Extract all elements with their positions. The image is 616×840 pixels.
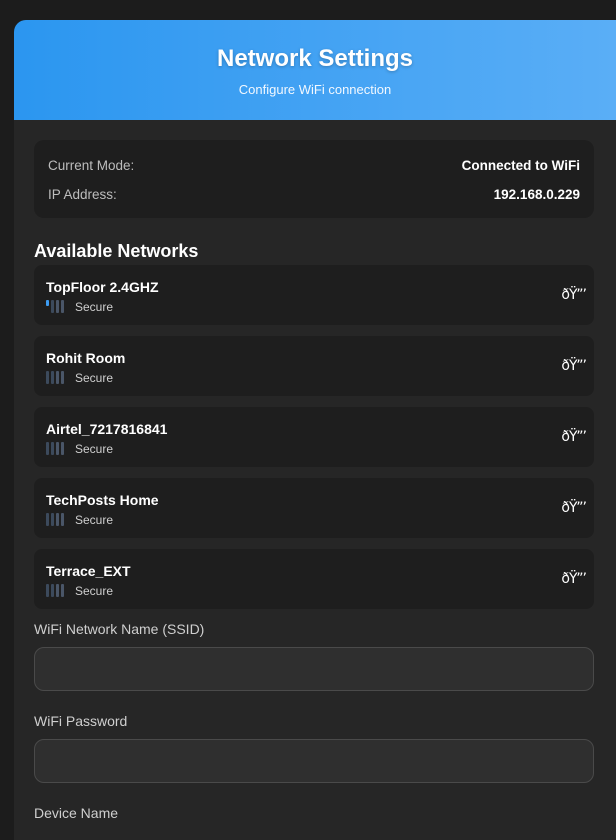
- lock-icon: ðŸ”’: [561, 429, 587, 445]
- network-meta: Secure: [46, 441, 582, 456]
- network-item[interactable]: TopFloor 2.4GHZ Secure ðŸ”’: [34, 265, 594, 325]
- network-item[interactable]: TechPosts Home Secure ðŸ”’: [34, 478, 594, 538]
- security-label: Secure: [75, 299, 114, 314]
- signal-icon: [46, 442, 65, 455]
- content: Current Mode: Connected to WiFi IP Addre…: [14, 140, 616, 822]
- network-list: TopFloor 2.4GHZ Secure ðŸ”’ Rohit Room S…: [34, 265, 594, 609]
- network-name: Rohit Room: [46, 350, 126, 366]
- security-label: Secure: [75, 583, 114, 598]
- lock-icon: ðŸ”’: [561, 500, 587, 516]
- network-meta: Secure: [46, 512, 582, 527]
- mode-label: Current Mode:: [48, 157, 135, 173]
- security-label: Secure: [75, 370, 114, 385]
- network-name: Airtel_7217816841: [46, 421, 168, 437]
- network-meta: Secure: [46, 583, 582, 598]
- lock-icon: ðŸ”’: [561, 571, 587, 587]
- page-title: Network Settings: [216, 45, 414, 72]
- network-item[interactable]: Rohit Room Secure ðŸ”’: [34, 336, 594, 396]
- signal-icon: [46, 300, 65, 313]
- password-label: WiFi Password: [34, 713, 128, 729]
- ssid-input[interactable]: [34, 647, 594, 691]
- lock-icon: ðŸ”’: [561, 358, 587, 374]
- ip-label: IP Address:: [48, 186, 117, 202]
- ip-row: IP Address: 192.168.0.229: [48, 185, 580, 203]
- network-item[interactable]: Airtel_7217816841 Secure ðŸ”’: [34, 407, 594, 467]
- network-name: TopFloor 2.4GHZ: [46, 279, 159, 295]
- password-input[interactable]: [34, 739, 594, 783]
- network-meta: Secure: [46, 370, 582, 385]
- header: Network Settings Configure WiFi connecti…: [14, 20, 616, 120]
- mode-row: Current Mode: Connected to WiFi: [48, 156, 580, 174]
- device-name-label: Device Name: [34, 805, 119, 821]
- ip-value: 192.168.0.229: [493, 186, 580, 202]
- mode-value: Connected to WiFi: [461, 157, 580, 173]
- networks-title: Available Networks: [34, 241, 199, 261]
- network-meta: Secure: [46, 299, 582, 314]
- signal-icon: [46, 584, 65, 597]
- network-settings-card: Network Settings Configure WiFi connecti…: [14, 20, 616, 840]
- status-panel: Current Mode: Connected to WiFi IP Addre…: [34, 140, 594, 218]
- page-subtitle: Configure WiFi connection: [238, 82, 392, 97]
- network-name: TechPosts Home: [46, 492, 159, 508]
- signal-icon: [46, 371, 65, 384]
- ssid-label: WiFi Network Name (SSID): [34, 621, 205, 637]
- lock-icon: ðŸ”’: [561, 287, 587, 303]
- network-name: Terrace_EXT: [46, 563, 131, 579]
- signal-icon: [46, 513, 65, 526]
- security-label: Secure: [75, 512, 114, 527]
- network-item[interactable]: Terrace_EXT Secure ðŸ”’: [34, 549, 594, 609]
- security-label: Secure: [75, 441, 114, 456]
